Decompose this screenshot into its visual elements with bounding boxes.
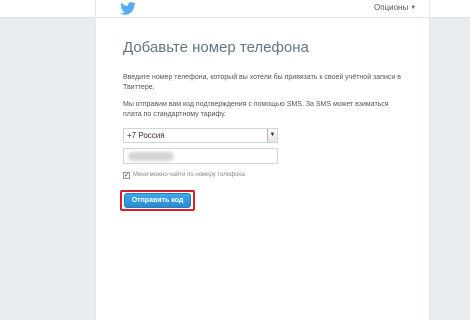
caret-down-icon: ▼ [410,5,417,11]
obscured-phone-number [128,152,174,161]
content-card [95,18,430,320]
discoverable-checkbox[interactable]: ✓ [123,172,130,179]
country-code-select[interactable]: +7 Россия ▼ [123,128,278,143]
country-code-value: +7 Россия [127,131,165,140]
dropdown-arrow-icon[interactable]: ▼ [267,129,277,142]
send-code-button[interactable]: Отправить код [124,193,191,208]
phone-number-input[interactable] [123,148,278,164]
sms-notice-text: Мы отправим вам код подтверждения с помо… [123,101,389,118]
twitter-bird-icon[interactable] [120,2,136,15]
intro-text: Введите номер телефона, который вы хотел… [123,74,401,91]
options-label: Опционы [374,3,409,12]
options-menu[interactable]: Опционы ▼ [374,3,416,12]
page-title: Добавьте номер телефона [123,39,309,56]
discoverable-label[interactable]: Меня можно найти по номеру телефона [133,172,245,178]
